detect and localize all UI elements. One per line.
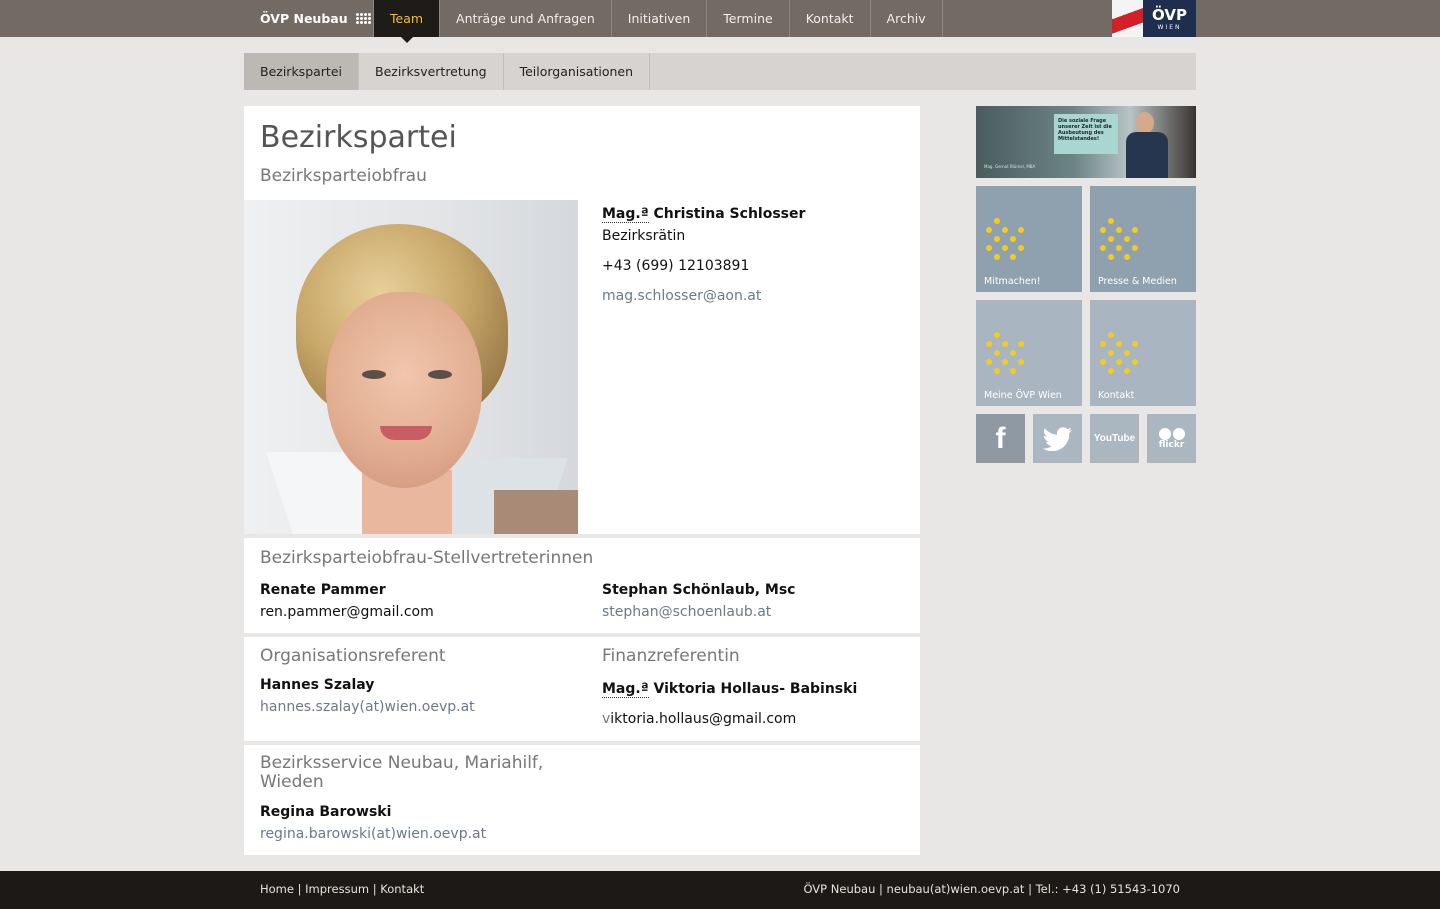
stellvertreter-1-email: ren.pammer@gmail.com (260, 604, 434, 620)
finanz-name-line: Mag.ª Viktoria Hollaus- Babinski (602, 681, 858, 698)
dots-icon (1100, 332, 1148, 376)
logo-subtext: WIEN (1157, 23, 1182, 31)
stellvertreter-heading: Bezirksparteiobfrau-Stellvertreterinnen (260, 548, 594, 568)
subnav-item-bezirkspartei[interactable]: Bezirkspartei (244, 53, 359, 90)
orgref-email-link[interactable]: hannes.szalay(at)wien.oevp.at (260, 699, 475, 715)
obfrau-role: Bezirksrätin (602, 228, 686, 244)
tile-label: Presse & Medien (1098, 276, 1177, 287)
flickr-icon[interactable]: flickr (1147, 414, 1196, 463)
tile-label: Mitmachen! (984, 276, 1041, 287)
obfrau-name-line: Mag.ª Christina Schlosser (602, 206, 806, 223)
stellvertreter-panel: Bezirksparteiobfrau-Stellvertreterinnen … (244, 538, 920, 633)
obfrau-panel: Bezirkspartei Bezirksparteiobfrau Mag.ª … (244, 106, 920, 534)
banner-caption: Mag. Gernot Blümel, MBA (984, 164, 1036, 169)
facebook-icon[interactable]: f (976, 414, 1025, 463)
dots-icon (1100, 218, 1148, 262)
top-navigation-bar: ÖVP Neubau Team Anträge und Anfragen Ini… (0, 0, 1440, 43)
youtube-glyph: YouTube (1093, 433, 1136, 444)
service-email-link[interactable]: regina.barowski(at)wien.oevp.at (260, 826, 486, 842)
footer-link-impressum[interactable]: Impressum (305, 882, 369, 896)
facebook-glyph: f (995, 421, 1006, 455)
flickr-dots (1158, 427, 1185, 440)
twitter-bird-icon (1042, 426, 1072, 451)
logo-stripe (1112, 0, 1143, 37)
service-heading-line2: Wieden (260, 772, 324, 792)
finanz-title-abbreviation: Mag.ª (602, 681, 649, 698)
subnav-item-bezirksvertretung[interactable]: Bezirksvertretung (359, 53, 504, 90)
finanz-name: Viktoria Hollaus- Babinski (653, 681, 858, 697)
nav-item-termine[interactable]: Termine (707, 0, 790, 37)
footer: Home | Impressum | Kontakt ÖVP Neubau | … (0, 871, 1440, 909)
tile-kontakt[interactable]: Kontakt (1090, 300, 1196, 406)
service-heading: Bezirksservice Neubau, Mariahilf, Wieden (260, 754, 543, 792)
banner-person-image (1126, 110, 1168, 178)
tile-label: Meine ÖVP Wien (984, 390, 1062, 401)
title-abbreviation: Mag.ª (602, 206, 649, 223)
tile-mitmachen[interactable]: Mitmachen! (976, 186, 1082, 292)
sub-navigation: Bezirkspartei Bezirksvertretung Teilorga… (244, 53, 1196, 90)
tile-presse-medien[interactable]: Presse & Medien (1090, 186, 1196, 292)
obfrau-name: Christina Schlosser (653, 206, 806, 222)
stellvertreter-2-email-link[interactable]: stephan@schoenlaub.at (602, 604, 771, 620)
page-title: Bezirkspartei (260, 120, 457, 155)
footer-contact-info: ÖVP Neubau | neubau(at)wien.oevp.at | Te… (803, 882, 1180, 896)
oevp-wien-logo[interactable]: ÖVP WIEN (1112, 0, 1196, 37)
brand-name: ÖVP Neubau (260, 11, 348, 26)
dots-icon (986, 218, 1034, 262)
service-name: Regina Barowski (260, 804, 392, 820)
dots-icon (986, 332, 1034, 376)
finanz-email-rest: iktoria.hollaus@gmail.com (610, 711, 797, 727)
obfrau-email-link[interactable]: mag.schlosser@aon.at (602, 288, 761, 304)
orgref-heading: Organisationsreferent (260, 646, 446, 666)
campaign-banner[interactable]: Die soziale Frage unserer Zeit ist die A… (976, 106, 1196, 178)
twitter-icon[interactable] (1033, 414, 1082, 463)
footer-link-kontakt[interactable]: Kontakt (380, 882, 424, 896)
nav-item-antraege[interactable]: Anträge und Anfragen (440, 0, 612, 37)
subnav-item-teilorganisationen[interactable]: Teilorganisationen (504, 53, 650, 90)
stellvertreter-1-name: Renate Pammer (260, 582, 386, 598)
referenten-panel: Organisationsreferent Hannes Szalay hann… (244, 637, 920, 741)
service-heading-line1: Bezirksservice Neubau, Mariahilf, (260, 753, 544, 773)
orgref-name: Hannes Szalay (260, 677, 375, 693)
nav-item-kontakt[interactable]: Kontakt (790, 0, 871, 37)
banner-quote: Die soziale Frage unserer Zeit ist die A… (1054, 114, 1118, 154)
brand-home-link[interactable]: ÖVP Neubau (260, 0, 371, 37)
nav-item-initiativen[interactable]: Initiativen (612, 0, 708, 37)
finanz-email: viktoria.hollaus@gmail.com (602, 711, 796, 727)
brand-dots-icon (355, 13, 371, 24)
youtube-icon[interactable]: YouTube (1090, 414, 1139, 463)
finanz-heading: Finanzreferentin (602, 646, 740, 666)
tile-meine-oevp-wien[interactable]: Meine ÖVP Wien (976, 300, 1082, 406)
obfrau-phone: +43 (699) 12103891 (602, 258, 750, 274)
main-nav: Team Anträge und Anfragen Initiativen Te… (373, 0, 943, 43)
logo-box: ÖVP WIEN (1143, 0, 1196, 37)
obfrau-heading: Bezirksparteiobfrau (260, 166, 427, 186)
logo-text: ÖVP (1152, 5, 1187, 24)
bezirksservice-panel: Bezirksservice Neubau, Mariahilf, Wieden… (244, 745, 920, 855)
flickr-glyph: flickr (1158, 439, 1185, 450)
nav-item-archiv[interactable]: Archiv (871, 0, 943, 37)
footer-link-home[interactable]: Home (260, 882, 294, 896)
tile-label: Kontakt (1098, 390, 1135, 401)
footer-links: Home | Impressum | Kontakt (260, 882, 425, 896)
portrait-photo (244, 200, 578, 534)
stellvertreter-2-name: Stephan Schönlaub, Msc (602, 582, 796, 598)
nav-item-team[interactable]: Team (373, 0, 441, 43)
